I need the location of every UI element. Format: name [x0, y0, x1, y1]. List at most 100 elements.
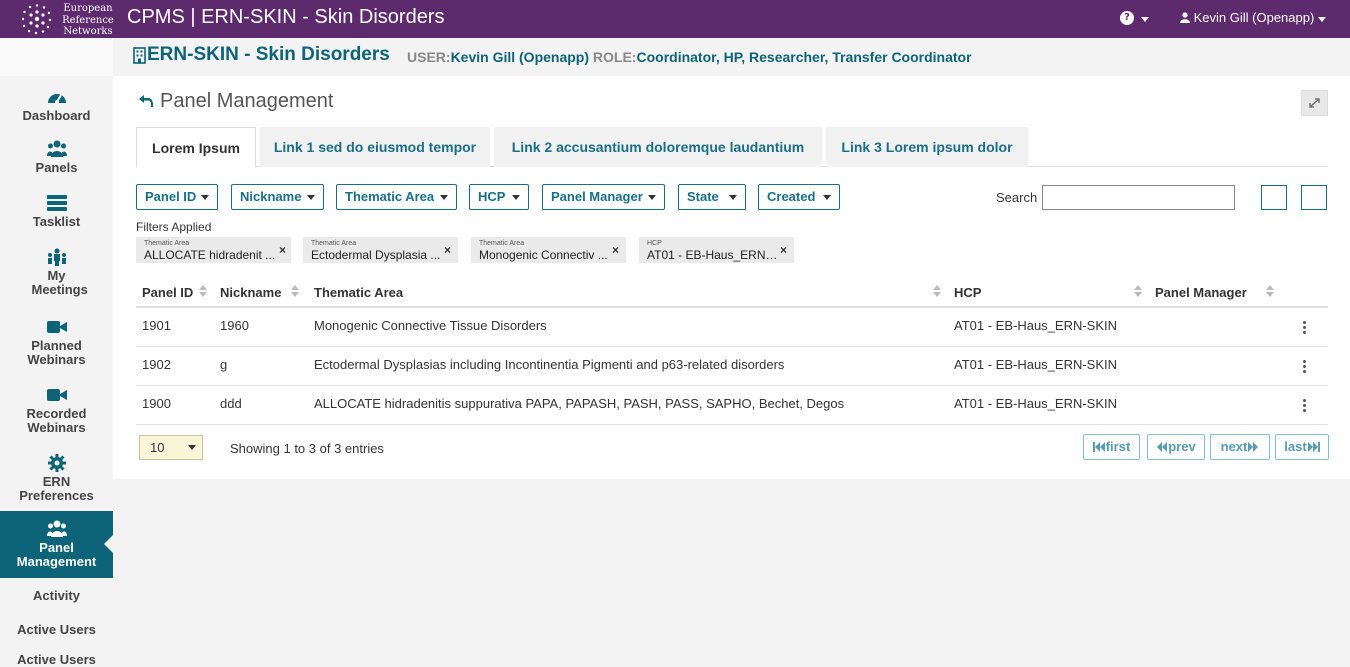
- filter-chip: HCP AT01 - EB-Haus_ERN- ... ×: [639, 237, 794, 263]
- sidebar-item-label: My Meetings: [31, 268, 88, 297]
- close-icon[interactable]: ×: [780, 243, 787, 257]
- sort-icon[interactable]: [933, 284, 941, 298]
- column-toggle-button[interactable]: [1261, 185, 1287, 210]
- filter-label: Panel ID: [145, 189, 197, 204]
- sidebar-item-activity[interactable]: Activity: [0, 589, 113, 603]
- backward-icon: [1157, 442, 1168, 452]
- filter-state-button[interactable]: State: [678, 184, 746, 210]
- caret-down-icon: [512, 195, 520, 200]
- column-header-thematic-area[interactable]: Thematic Area: [314, 285, 403, 300]
- chevron-down-icon[interactable]: [1318, 17, 1326, 22]
- sidebar-item-label: Panel Management: [16, 540, 97, 569]
- filters-applied-label: Filters Applied: [136, 220, 212, 234]
- sidebar-item-active-users[interactable]: Active Users: [0, 653, 113, 667]
- page-size-select[interactable]: 10: [139, 435, 203, 460]
- tab-link-2[interactable]: Link 2 accusantium doloremque laudantium: [494, 127, 822, 167]
- caret-down-icon: [440, 195, 448, 200]
- cell-hcp: AT01 - EB-Haus_ERN-SKIN: [954, 318, 1118, 333]
- column-header-hcp[interactable]: HCP: [954, 285, 981, 300]
- filter-panel-id-button[interactable]: Panel ID: [136, 184, 218, 210]
- close-icon[interactable]: ×: [279, 243, 286, 257]
- sort-icon[interactable]: [199, 284, 207, 298]
- sidebar-item-panel-management[interactable]: Panel Management: [0, 511, 113, 578]
- meetings-icon: [47, 248, 66, 266]
- sidebar-item-planned-webinars[interactable]: Planned Webinars: [0, 318, 113, 367]
- sidebar-item-label: Panels: [35, 160, 78, 175]
- help-icon[interactable]: ?: [1120, 11, 1134, 25]
- column-header-panel-id[interactable]: Panel ID: [142, 285, 193, 300]
- sidebar-item-ern-preferences[interactable]: ERN Preferences: [0, 454, 113, 503]
- fast-backward-icon: [1092, 442, 1105, 452]
- caret-down-icon: [729, 195, 737, 200]
- filter-chip: Thematic Area Ectodermal Dysplasia ... ×: [303, 237, 458, 263]
- sidebar-item-label: Planned Webinars: [27, 338, 86, 367]
- sidebar-item-dashboard[interactable]: Dashboard: [0, 88, 113, 123]
- filter-panel-manager-button[interactable]: Panel Manager: [542, 184, 665, 210]
- sidebar-item-recorded-webinars[interactable]: Recorded Webinars: [0, 386, 113, 435]
- export-button[interactable]: [1301, 185, 1327, 210]
- filter-label: HCP: [478, 189, 506, 204]
- chevron-down-icon: [188, 445, 196, 450]
- sidebar-item-my-meetings[interactable]: My Meetings: [0, 248, 113, 297]
- sort-icon[interactable]: [1134, 284, 1142, 298]
- row-actions-icon[interactable]: [1303, 399, 1307, 415]
- first-page-button[interactable]: first: [1083, 434, 1140, 460]
- chip-category: Thematic Area: [479, 240, 525, 247]
- cell-thematic-area: ALLOCATE hidradenitis suppurativa PAPA, …: [314, 396, 845, 411]
- chip-category: HCP: [647, 240, 662, 247]
- filter-nickname-button[interactable]: Nickname: [231, 184, 324, 210]
- user-key: USER:: [407, 49, 451, 65]
- logo-line: European: [63, 3, 113, 14]
- video-camera-icon: [46, 321, 67, 333]
- filter-thematic-area-button[interactable]: Thematic Area: [336, 184, 457, 210]
- tab-link-1[interactable]: Link 1 sed do eiusmod tempor: [260, 127, 490, 167]
- table-row[interactable]: 1900 ddd ALLOCATE hidradenitis suppurati…: [136, 386, 1328, 425]
- sidebar-item-label: Dashboard: [22, 108, 91, 123]
- top-bar: European Reference Networks CPMS | ERN-S…: [0, 0, 1350, 38]
- expand-button[interactable]: [1301, 90, 1328, 116]
- section-title: Panel Management: [160, 90, 334, 112]
- ern-logo-icon: [21, 4, 52, 35]
- sort-icon[interactable]: [291, 284, 299, 298]
- next-label: next: [1220, 439, 1248, 454]
- close-icon[interactable]: ×: [444, 243, 451, 257]
- cell-thematic-area: Ectodermal Dysplasias including Incontin…: [314, 357, 785, 372]
- column-header-panel-manager[interactable]: Panel Manager: [1155, 285, 1247, 300]
- video-camera-icon: [46, 389, 67, 401]
- sidebar-item-active-users[interactable]: Active Users: [0, 623, 113, 637]
- back-arrow-icon[interactable]: [139, 94, 153, 108]
- chip-value: ALLOCATE hidradenit ...: [144, 248, 276, 262]
- filter-hcp-button[interactable]: HCP: [469, 184, 529, 210]
- last-page-button[interactable]: last: [1275, 434, 1329, 460]
- search-input[interactable]: [1042, 185, 1235, 210]
- chevron-down-icon[interactable]: [1141, 17, 1149, 22]
- forward-icon: [1248, 442, 1259, 452]
- sidebar-item-label: ERN Preferences: [19, 474, 94, 503]
- gear-icon: [47, 454, 66, 472]
- row-actions-icon[interactable]: [1303, 360, 1307, 376]
- close-icon[interactable]: ×: [612, 243, 619, 257]
- filter-created-button[interactable]: Created: [758, 184, 840, 210]
- next-page-button[interactable]: next: [1210, 434, 1270, 460]
- column-header-nickname[interactable]: Nickname: [220, 285, 281, 300]
- sidebar-item-tasklist[interactable]: Tasklist: [0, 194, 113, 229]
- users-icon: [46, 140, 67, 157]
- chip-value: Monogenic Connectiv ...: [479, 248, 608, 262]
- caret-down-icon: [648, 195, 656, 200]
- tab-link-3[interactable]: Link 3 Lorem ipsum dolor: [826, 127, 1028, 167]
- sidebar-item-panels[interactable]: Panels: [0, 140, 113, 175]
- prev-page-button[interactable]: prev: [1147, 434, 1205, 460]
- chip-category: Thematic Area: [311, 240, 357, 247]
- prev-label: prev: [1168, 439, 1196, 454]
- fast-forward-icon: [1307, 442, 1320, 452]
- ern-logo[interactable]: European Reference Networks: [18, 2, 118, 37]
- table-row[interactable]: 1902 g Ectodermal Dysplasias including I…: [136, 347, 1328, 386]
- filter-label: Nickname: [240, 189, 302, 204]
- table-row[interactable]: 1901 1960 Monogenic Connective Tissue Di…: [136, 308, 1328, 347]
- row-actions-icon[interactable]: [1303, 321, 1307, 337]
- sort-icon[interactable]: [1266, 284, 1274, 298]
- filter-label: Created: [767, 189, 816, 204]
- user-menu[interactable]: Kevin Gill (Openapp): [1180, 10, 1314, 25]
- cell-thematic-area: Monogenic Connective Tissue Disorders: [314, 318, 547, 333]
- tab-lorem-ipsum[interactable]: Lorem Ipsum: [136, 127, 256, 168]
